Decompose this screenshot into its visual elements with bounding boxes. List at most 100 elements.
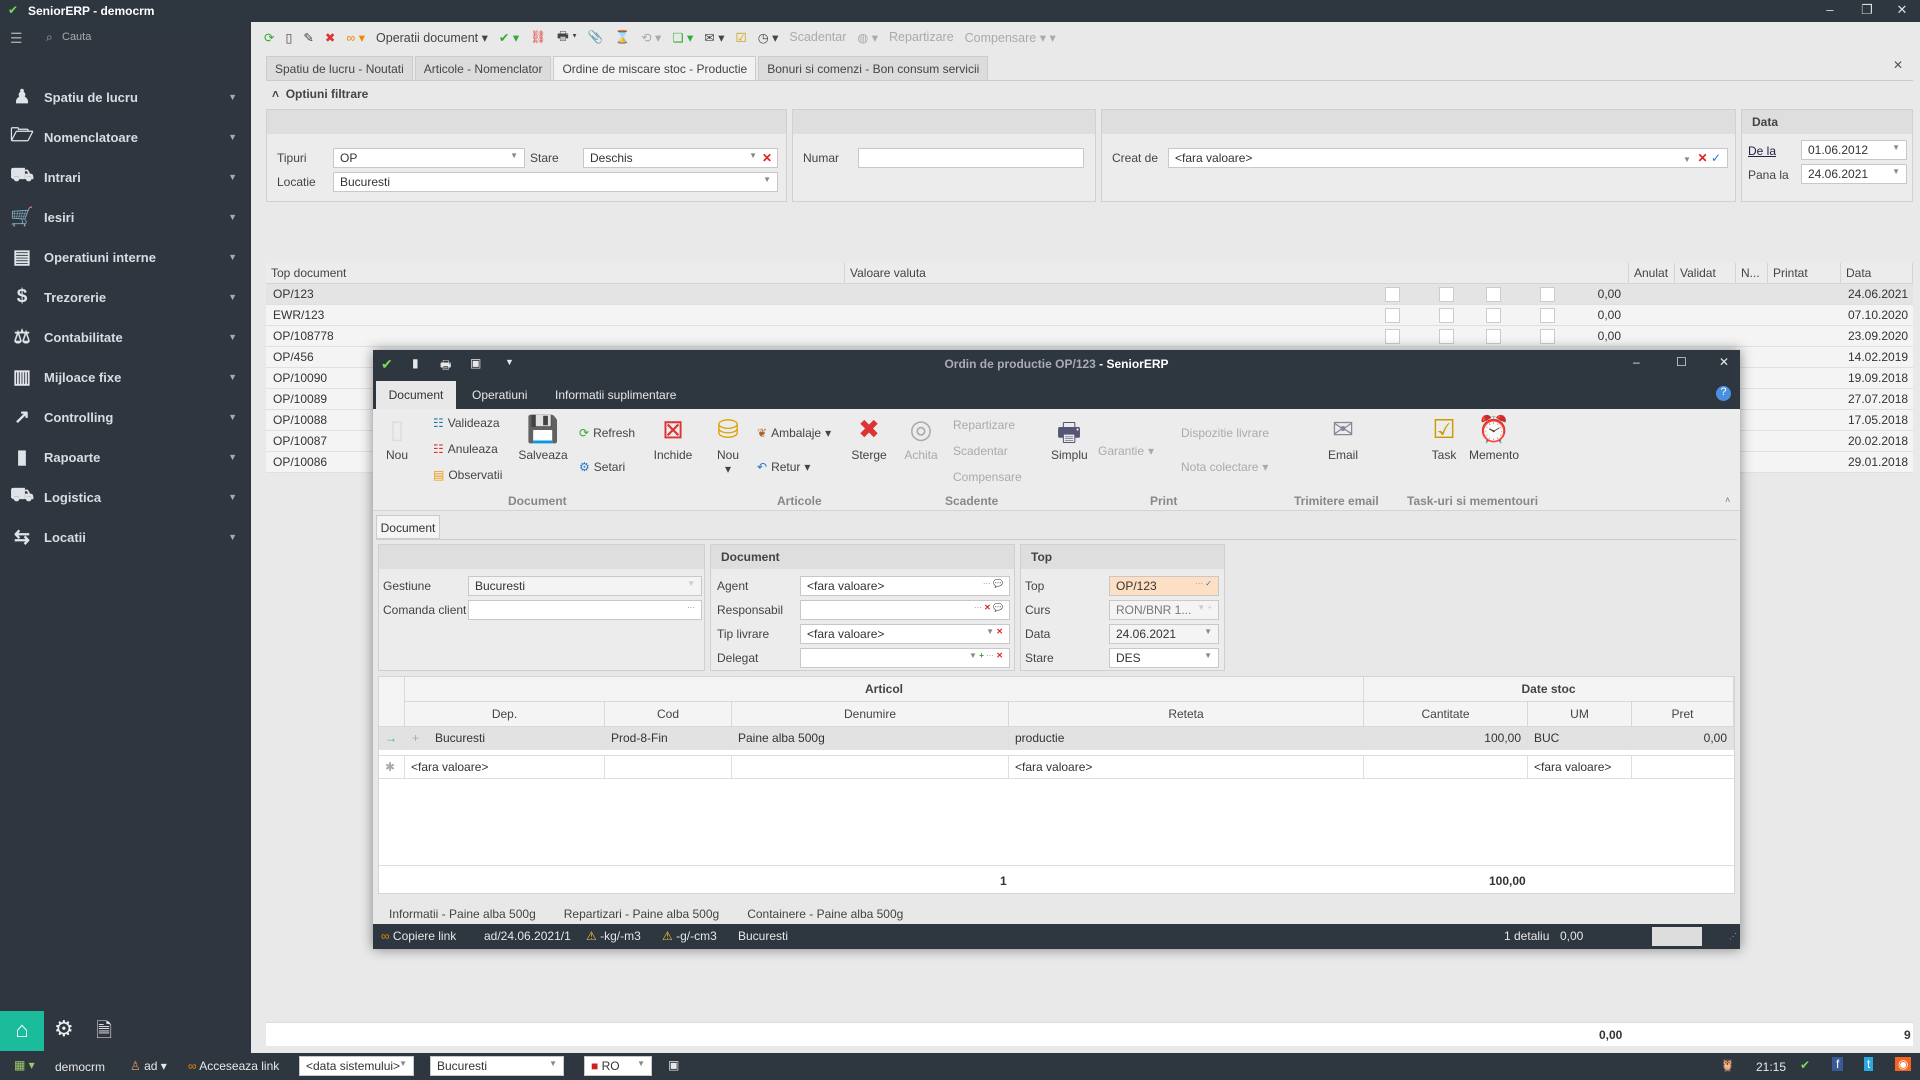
maximize-button[interactable]: ❐ — [1852, 2, 1882, 18]
email-button[interactable]: ✉ Email — [1323, 414, 1363, 462]
ribbon-tab-document[interactable]: Document — [376, 381, 456, 409]
settings-icon[interactable]: ⚙ — [54, 1016, 74, 1042]
language-select[interactable]: ■ RO ▼ — [584, 1056, 652, 1076]
checkbox[interactable] — [1486, 308, 1501, 323]
new-doc-icon[interactable]: ▯ — [285, 30, 292, 45]
grid-header-4[interactable]: N... — [1736, 263, 1768, 284]
refresh-icon[interactable]: ⟳ — [264, 30, 274, 45]
dialog-minimize-button[interactable]: – — [1633, 355, 1640, 369]
checkbox[interactable] — [1486, 329, 1501, 344]
grid-header-0[interactable]: Top document — [266, 263, 845, 284]
ribbon-tab-informatii[interactable]: Informatii suplimentare — [555, 388, 676, 402]
sidebar-item-locatii[interactable]: ⇆ Locatii ▼ — [0, 517, 251, 557]
delegat-select[interactable]: ▼ + ··· ✕ — [800, 648, 1010, 668]
repartizare-button[interactable]: Repartizare — [889, 30, 954, 44]
sidebar-item-operatiuni-interne[interactable]: ▤ Operatiuni interne ▼ — [0, 237, 251, 277]
sidebar-item-contabilitate[interactable]: ⚖ Contabilitate ▼ — [0, 317, 251, 357]
checkbox[interactable] — [1385, 287, 1400, 302]
article-col-header-4[interactable]: Cantitate — [1364, 702, 1528, 727]
facebook-icon[interactable]: f — [1832, 1057, 1844, 1071]
comanda-client-input[interactable]: ··· — [468, 600, 702, 620]
pana-la-date[interactable]: 24.06.2021 ▼ — [1801, 164, 1907, 184]
tab-0[interactable]: Spatiu de lucru - Noutati — [266, 56, 413, 80]
home-button[interactable]: ⌂ — [0, 1011, 44, 1051]
grid-header-3[interactable]: Validat — [1675, 263, 1736, 284]
compensare-button[interactable]: Compensare — [953, 470, 1022, 484]
garantie-button[interactable]: Garantie ▾ — [1098, 444, 1154, 458]
scadentar-button[interactable]: Scadentar — [789, 30, 846, 44]
data-date[interactable]: 24.06.2021 ▼ — [1109, 624, 1219, 644]
detail-tab-0[interactable]: Informatii - Paine alba 500g — [389, 907, 536, 921]
owl-icon[interactable]: 🦉 — [1720, 1058, 1735, 1072]
new-row-um[interactable]: <fara valoare> — [1528, 756, 1632, 779]
anuleaza-button[interactable]: ☷ Anuleaza — [433, 442, 498, 456]
table-row[interactable]: EWR/123 0,00 07.10.2020 — [266, 305, 1913, 326]
attach-icon[interactable]: 📎 — [588, 30, 604, 45]
gestiune-select[interactable]: Bucuresti ▼ — [468, 576, 702, 596]
coins-icon[interactable]: ◍ ▾ — [857, 30, 878, 45]
nou-button[interactable]: ▯ Nou — [383, 414, 411, 462]
grid-menu-icon[interactable]: ▦ ▾ — [14, 1058, 35, 1072]
twitter-icon[interactable]: t — [1864, 1057, 1874, 1071]
menu-icon[interactable]: ☰ — [10, 30, 23, 47]
window-icon[interactable]: ▣ — [668, 1058, 679, 1072]
observatii-button[interactable]: ▤ Observatii — [433, 468, 502, 482]
link-icon[interactable]: ∞ ▾ — [346, 30, 365, 45]
refresh-button[interactable]: ⟳ Refresh — [579, 426, 635, 440]
memento-button[interactable]: ⏰ Memento — [1469, 414, 1519, 462]
checkbox[interactable] — [1486, 287, 1501, 302]
locatie-select[interactable]: Bucuresti ▼ — [333, 172, 778, 192]
search-input[interactable]: Cauta — [62, 31, 91, 43]
checkbox[interactable] — [1439, 329, 1454, 344]
article-col-header-3[interactable]: Reteta — [1009, 702, 1364, 727]
report-icon[interactable]: 🗎 — [96, 1016, 112, 1050]
user-menu[interactable]: ♙ ad ▾ — [130, 1059, 167, 1073]
clock-icon[interactable]: ◷ ▾ — [758, 30, 779, 45]
sidebar-item-rapoarte[interactable]: ▮ Rapoarte ▼ — [0, 437, 251, 477]
tab-2[interactable]: Ordine de miscare stoc - Productie — [553, 56, 757, 80]
ribbon-tab-operatiuni[interactable]: Operatiuni — [472, 388, 527, 402]
grid-header-1[interactable]: Valoare valuta — [845, 263, 1629, 284]
data-sistem-select[interactable]: <data sistemului> ▼ — [299, 1056, 414, 1076]
print-icon[interactable]: 🖶 ▾ — [557, 27, 577, 48]
ambalaje-button[interactable]: ❦ Ambalaje ▾ — [757, 426, 831, 440]
retur-button[interactable]: ↶ Retur ▾ — [757, 460, 810, 474]
checkbox[interactable] — [1540, 329, 1555, 344]
sidebar-item-iesiri[interactable]: 🛒 Iesiri ▼ — [0, 197, 251, 237]
tip-livrare-select[interactable]: <fara valoare> ▼ ✕ — [800, 624, 1010, 644]
dispozitie-livrare-button[interactable]: Dispozitie livrare — [1181, 426, 1269, 440]
edit-icon[interactable]: ✎ — [303, 30, 313, 45]
checkbox[interactable] — [1385, 329, 1400, 344]
article-col-header-5[interactable]: UM — [1528, 702, 1632, 727]
tipuri-select[interactable]: OP ▼ — [333, 148, 525, 168]
checkbox[interactable] — [1385, 308, 1400, 323]
minimize-button[interactable]: – — [1815, 2, 1845, 17]
tab-1[interactable]: Articole - Nomenclator — [414, 56, 552, 80]
subtab-document[interactable]: Document — [376, 515, 440, 539]
creat-de-select[interactable]: <fara valoare> ▼ ✕ ✓ — [1168, 148, 1728, 168]
de-la-date[interactable]: 01.06.2012 ▼ — [1801, 140, 1907, 160]
location-select[interactable]: Bucuresti ▼ — [430, 1056, 564, 1076]
copy-icon[interactable]: ❏ ▾ — [672, 30, 693, 45]
grid-header-6[interactable]: Data — [1841, 263, 1913, 284]
detail-tab-1[interactable]: Repartizari - Paine alba 500g — [564, 907, 719, 921]
sidebar-item-spatiu-de-lucru[interactable]: ♟ Spatiu de lucru ▼ — [0, 77, 251, 117]
rss-icon[interactable]: ◉ — [1895, 1057, 1912, 1071]
validate-icon[interactable]: ✔ ▾ — [499, 30, 519, 45]
help-icon[interactable]: ? — [1716, 386, 1731, 401]
detail-tab-2[interactable]: Containere - Paine alba 500g — [747, 907, 903, 921]
article-col-header-0[interactable]: Dep. — [405, 702, 605, 727]
nou-articol-button[interactable]: ⛁ Nou ▾ — [713, 414, 743, 476]
sidebar-item-mijloace-fixe[interactable]: ▥ Mijloace fixe ▼ — [0, 357, 251, 397]
table-row[interactable]: OP/108778 0,00 23.09.2020 — [266, 326, 1913, 347]
repartizare-button[interactable]: Repartizare — [953, 418, 1015, 432]
curs-select[interactable]: RON/BNR 1... ▼ + — [1109, 600, 1219, 620]
senior-logo-icon[interactable]: ✔ — [1800, 1058, 1810, 1072]
inchide-button[interactable]: ⊠ Inchide — [653, 414, 693, 462]
tab-3[interactable]: Bonuri si comenzi - Bon consum servicii — [758, 56, 989, 80]
stare-select[interactable]: DES ▼ — [1109, 648, 1219, 668]
collapse-ribbon-icon[interactable]: ˄ — [1725, 495, 1730, 505]
article-col-header-1[interactable]: Cod — [605, 702, 732, 727]
task-icon[interactable]: ☑ — [736, 30, 747, 45]
responsabil-select[interactable]: ··· ✕ 💬 — [800, 600, 1010, 620]
